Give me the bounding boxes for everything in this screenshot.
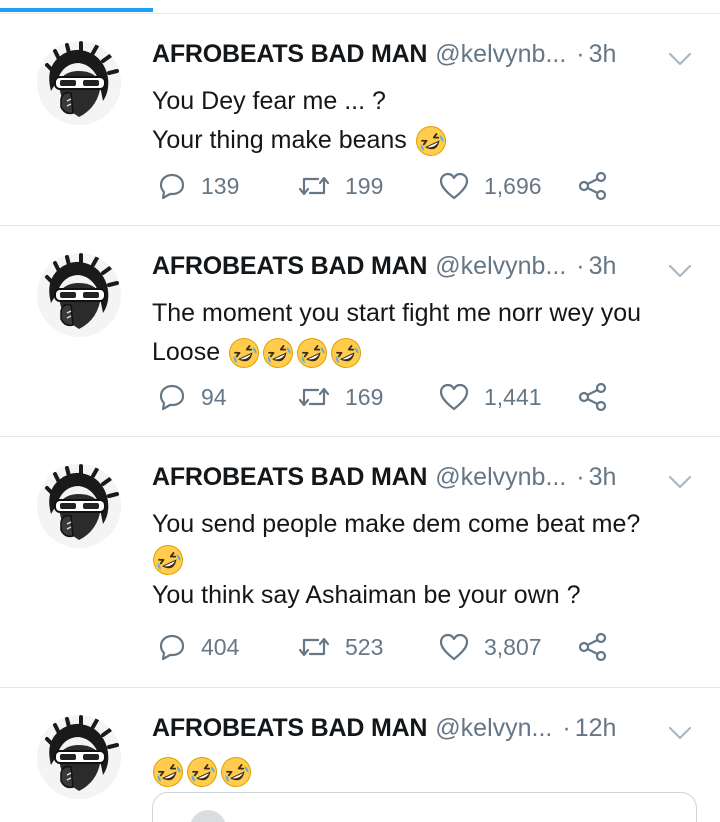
like-button[interactable]: 1,441	[438, 377, 542, 417]
tweet-actions: 94 169 1,441	[152, 377, 622, 417]
retweet-count: 169	[345, 383, 384, 410]
retweet-count: 523	[345, 633, 384, 660]
share-button[interactable]	[577, 377, 609, 417]
rolling-on-floor-laughing-emoji	[228, 337, 260, 369]
tweet-text: The moment you start fight me norr wey y…	[152, 294, 712, 372]
avatar[interactable]	[37, 715, 121, 799]
reply-count: 139	[201, 172, 240, 199]
tweet[interactable]: AFROBEATS BAD MAN @kelvynb... · 3h You s…	[0, 437, 720, 688]
rolling-on-floor-laughing-emoji	[330, 337, 362, 369]
retweet-count: 199	[345, 172, 384, 199]
like-button[interactable]: 1,696	[438, 166, 542, 206]
tweet[interactable]: AFROBEATS BAD MAN @kelvynb... · 3h You D…	[0, 14, 720, 226]
retweet-icon	[297, 171, 331, 201]
tweet-text-line: You think say Ashaiman be your own ?	[152, 581, 581, 609]
reply-button[interactable]: 139	[157, 166, 239, 206]
user-handle[interactable]: @kelvynb...	[435, 463, 566, 492]
display-name[interactable]: AFROBEATS BAD MAN	[152, 40, 427, 69]
like-icon	[438, 171, 470, 201]
reply-icon	[157, 632, 187, 662]
retweet-button[interactable]: 199	[297, 166, 383, 206]
reply-button[interactable]: 404	[157, 627, 239, 667]
separator-dot: ·	[576, 39, 585, 68]
like-count: 3,807	[484, 633, 542, 660]
share-button[interactable]	[577, 627, 609, 667]
avatar[interactable]	[37, 464, 121, 548]
tweet-text: You Dey fear me ... ? Your thing make be…	[152, 82, 712, 160]
reply-icon	[157, 382, 187, 412]
chevron-down-icon[interactable]	[667, 50, 693, 68]
tweet-header: AFROBEATS BAD MAN @kelvynb... · 3h	[152, 249, 616, 283]
reply-button[interactable]: 94	[157, 377, 227, 417]
avatar[interactable]	[37, 253, 121, 337]
chevron-down-icon[interactable]	[667, 262, 693, 280]
user-handle[interactable]: @kelvynb...	[435, 252, 566, 281]
tweet-header: AFROBEATS BAD MAN @kelvyn... · 12h	[152, 711, 616, 745]
tweet-actions: 404 523 3,807	[152, 627, 622, 667]
rolling-on-floor-laughing-emoji	[262, 337, 294, 369]
display-name[interactable]: AFROBEATS BAD MAN	[152, 463, 427, 492]
reply-count: 94	[201, 383, 227, 410]
tweet-text-line: The moment you start fight me norr wey y…	[152, 299, 642, 327]
share-icon	[577, 171, 609, 201]
retweet-button[interactable]: 169	[297, 377, 383, 417]
like-count: 1,441	[484, 383, 542, 410]
rolling-on-floor-laughing-emoji	[220, 756, 252, 788]
retweet-icon	[297, 632, 331, 662]
display-name[interactable]: AFROBEATS BAD MAN	[152, 252, 427, 281]
chevron-down-icon[interactable]	[667, 473, 693, 491]
rolling-on-floor-laughing-emoji	[152, 756, 184, 788]
tweet-text	[152, 756, 712, 788]
like-count: 1,696	[484, 172, 542, 199]
rolling-on-floor-laughing-emoji	[296, 337, 328, 369]
tweet-text: You send people make dem come beat me? Y…	[152, 505, 712, 615]
like-icon	[438, 382, 470, 412]
retweet-button[interactable]: 523	[297, 627, 383, 667]
user-handle[interactable]: @kelvynb...	[435, 40, 566, 69]
timestamp[interactable]: 3h	[589, 40, 617, 69]
share-button[interactable]	[577, 166, 609, 206]
tweet-header: AFROBEATS BAD MAN @kelvynb... · 3h	[152, 37, 616, 71]
rolling-on-floor-laughing-emoji	[415, 125, 447, 157]
separator-dot: ·	[562, 713, 571, 742]
chevron-down-icon[interactable]	[667, 724, 693, 742]
user-handle[interactable]: @kelvyn...	[435, 714, 552, 743]
avatar[interactable]	[37, 41, 121, 125]
rolling-on-floor-laughing-emoji	[186, 756, 218, 788]
rolling-on-floor-laughing-emoji	[152, 544, 184, 576]
retweet-icon	[297, 382, 331, 412]
display-name[interactable]: AFROBEATS BAD MAN	[152, 714, 427, 743]
quoted-tweet-card[interactable]	[152, 792, 697, 822]
active-tab-indicator	[0, 8, 153, 12]
like-icon	[438, 632, 470, 662]
share-icon	[577, 632, 609, 662]
timestamp[interactable]: 12h	[575, 714, 617, 743]
share-icon	[577, 382, 609, 412]
tweet-text-line: You Dey fear me ... ?	[152, 87, 386, 115]
reply-icon	[157, 171, 187, 201]
tweet-header: AFROBEATS BAD MAN @kelvynb... · 3h	[152, 460, 616, 494]
timestamp[interactable]: 3h	[589, 463, 617, 492]
tweet-text-line: You send people make dem come beat me?	[152, 510, 641, 538]
separator-dot: ·	[576, 462, 585, 491]
tweet[interactable]: AFROBEATS BAD MAN @kelvynb... · 3h The m…	[0, 226, 720, 437]
like-button[interactable]: 3,807	[438, 627, 542, 667]
separator-dot: ·	[576, 251, 585, 280]
reply-count: 404	[201, 633, 240, 660]
tweet-text-line: Your thing make beans	[152, 126, 407, 154]
tweet-text-line: Loose	[152, 338, 221, 366]
timestamp[interactable]: 3h	[589, 252, 617, 281]
tweet-actions: 139 199 1,696	[152, 166, 622, 206]
